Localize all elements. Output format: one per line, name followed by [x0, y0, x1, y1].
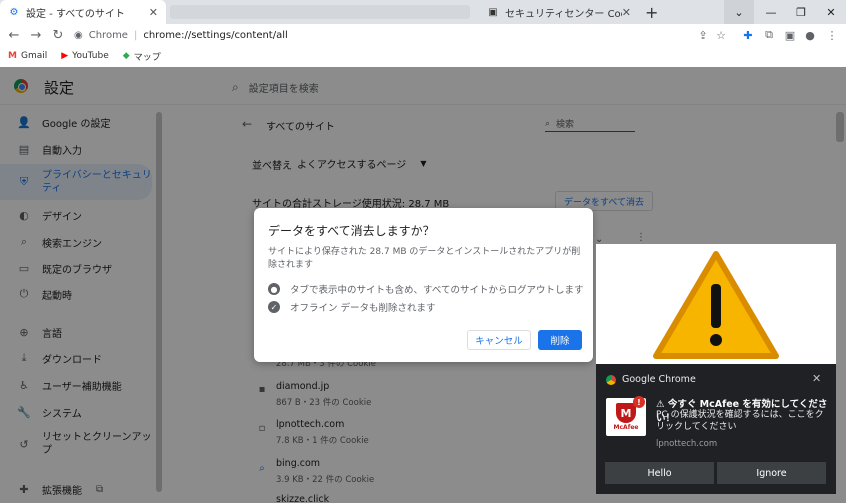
alert-badge: !	[633, 396, 645, 408]
ignore-button[interactable]: Ignore	[717, 462, 826, 484]
page-icon: ▣	[488, 6, 498, 18]
notification-header: Google Chrome	[606, 374, 696, 385]
site-chip: Chrome	[88, 29, 128, 41]
warning-icon	[653, 251, 779, 359]
close-icon[interactable]: ✕	[812, 372, 821, 385]
close-icon[interactable]: ✕	[622, 6, 631, 19]
tab-search-button[interactable]: ⌄	[724, 0, 754, 24]
close-icon[interactable]: ✕	[149, 6, 158, 19]
share-icon[interactable]: ⇪	[696, 28, 710, 42]
notification-image[interactable]	[596, 244, 836, 364]
reload-button[interactable]: ↻	[50, 27, 66, 43]
bookmarks-bar: M Gmail ▶ YouTube ◆ マップ	[0, 46, 846, 66]
star-icon[interactable]: ☆	[714, 28, 728, 42]
bookmark-maps[interactable]: ◆ マップ	[123, 50, 161, 63]
dialog-title: データをすべて消去しますか？	[268, 224, 435, 238]
url-text: chrome://settings/content/all	[143, 29, 288, 41]
side-panel-icon[interactable]: ▣	[783, 28, 797, 42]
bookmark-gmail[interactable]: M Gmail	[8, 51, 47, 61]
notification-app: Google Chrome	[622, 374, 696, 385]
puzzle-icon[interactable]: ⧉	[762, 28, 776, 42]
bullet-text: タブで表示中のサイトも含め、すべてのサイトからログアウトします	[290, 285, 584, 296]
tab-title: 設定 - すべてのサイト	[26, 8, 125, 20]
tab-title: セキュリティセンター Code0X268D3	[505, 8, 622, 20]
divider: |	[133, 29, 138, 41]
hello-button[interactable]: Hello	[605, 462, 714, 484]
tab-settings[interactable]: ⚙ 設定 - すべてのサイト ✕	[0, 0, 166, 24]
notification-body: PC の保護状況を確認するには、ここをクリックしてください	[656, 410, 824, 432]
maps-icon: ◆	[122, 51, 130, 61]
shield-icon: M	[616, 403, 636, 423]
bullet-text: オフライン データも削除されます	[290, 303, 436, 314]
delete-button[interactable]: 削除	[538, 330, 582, 350]
profile-icon[interactable]: ●	[803, 28, 817, 42]
dialog-bullet: ● タブで表示中のサイトも含め、すべてのサイトからログアウトします	[268, 282, 588, 296]
gear-icon: ⚙	[9, 6, 19, 18]
address-bar[interactable]: ◉ Chrome | chrome://settings/content/all	[74, 26, 734, 44]
bookmark-label: マップ	[133, 52, 161, 63]
menu-icon[interactable]: ⋮	[825, 28, 839, 42]
forward-button[interactable]: →	[28, 27, 44, 43]
chrome-icon: ◉	[74, 29, 83, 41]
tab-security-center[interactable]: ▣ セキュリティセンター Code0X268D3 ✕	[479, 0, 639, 24]
extension-icon[interactable]: ✚	[741, 28, 755, 42]
bookmark-label: YouTube	[72, 51, 109, 61]
dialog-description: サイトにより保存された 28.7 MB のデータとインストールされたアプリが削除…	[268, 247, 581, 270]
youtube-icon: ▶	[61, 51, 69, 61]
dialog-bullet: ✓ オフライン データも削除されます	[268, 300, 588, 314]
blurred-tabs	[170, 5, 470, 19]
window-close-button[interactable]: ✕	[816, 0, 846, 24]
mcafee-brand: McAfee	[613, 424, 639, 431]
notification-site: lpnottech.com	[656, 439, 718, 449]
bookmark-youtube[interactable]: ▶ YouTube	[61, 51, 109, 61]
gmail-icon: M	[8, 51, 17, 61]
maximize-button[interactable]: ❐	[786, 0, 816, 24]
check-icon: ✓	[268, 301, 280, 313]
chrome-logo-icon	[606, 374, 616, 385]
minimize-button[interactable]: —	[756, 0, 786, 24]
bookmark-label: Gmail	[20, 51, 48, 61]
new-tab-button[interactable]: +	[645, 3, 658, 22]
back-button[interactable]: ←	[6, 27, 22, 43]
cancel-button[interactable]: キャンセル	[467, 330, 531, 350]
account-icon: ●	[268, 283, 280, 295]
